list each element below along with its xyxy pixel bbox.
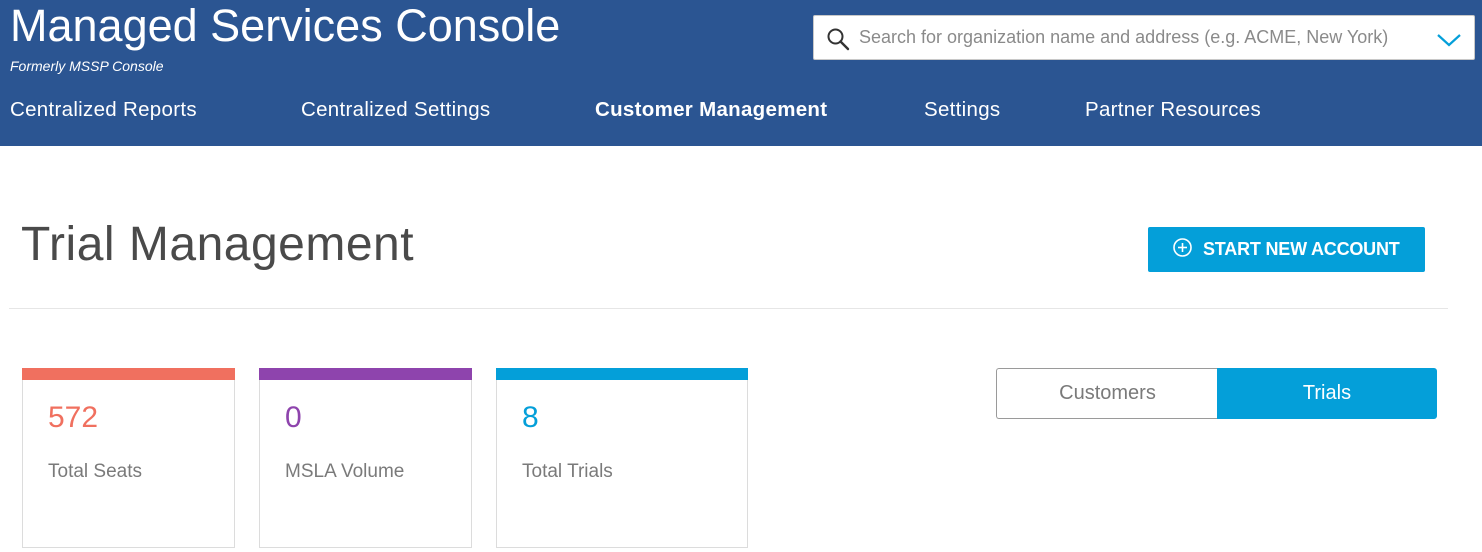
nav-settings[interactable]: Settings [924, 98, 1000, 122]
start-new-account-label: START NEW ACCOUNT [1203, 239, 1400, 259]
organization-search[interactable] [813, 15, 1475, 60]
main-nav: Centralized Reports Centralized Settings… [0, 98, 1482, 134]
stat-label: Total Trials [522, 461, 613, 482]
app-header: Managed Services Console Formerly MSSP C… [0, 0, 1482, 146]
page-title: Trial Management [21, 218, 415, 271]
stat-card-accent-bar [22, 368, 235, 380]
stat-value: 572 [48, 401, 99, 434]
stat-value: 0 [285, 401, 302, 434]
plus-circle-icon [1173, 238, 1192, 257]
stat-label: Total Seats [48, 461, 142, 482]
stat-label: MSLA Volume [285, 461, 405, 482]
stat-card-total-trials: 8 Total Trials [496, 368, 748, 548]
chevron-down-icon[interactable] [1434, 28, 1464, 50]
search-icon [827, 28, 850, 51]
nav-centralized-reports[interactable]: Centralized Reports [10, 98, 197, 122]
stat-value: 8 [522, 401, 539, 434]
app-subtitle: Formerly MSSP Console [10, 58, 164, 74]
divider [9, 308, 1448, 309]
toggle-customers[interactable]: Customers [996, 368, 1218, 419]
stat-card-accent-bar [496, 368, 748, 380]
stat-card-total-seats: 572 Total Seats [22, 368, 235, 548]
search-input[interactable] [859, 16, 1424, 59]
start-new-account-button[interactable]: START NEW ACCOUNT [1148, 227, 1425, 272]
nav-centralized-settings[interactable]: Centralized Settings [301, 98, 490, 122]
stat-card-accent-bar [259, 368, 472, 380]
nav-customer-management[interactable]: Customer Management [595, 98, 827, 122]
stat-card-msla-volume: 0 MSLA Volume [259, 368, 472, 548]
view-toggle: Customers Trials [996, 368, 1437, 419]
nav-partner-resources[interactable]: Partner Resources [1085, 98, 1261, 122]
app-title: Managed Services Console [10, 0, 561, 51]
toggle-trials[interactable]: Trials [1217, 368, 1437, 419]
